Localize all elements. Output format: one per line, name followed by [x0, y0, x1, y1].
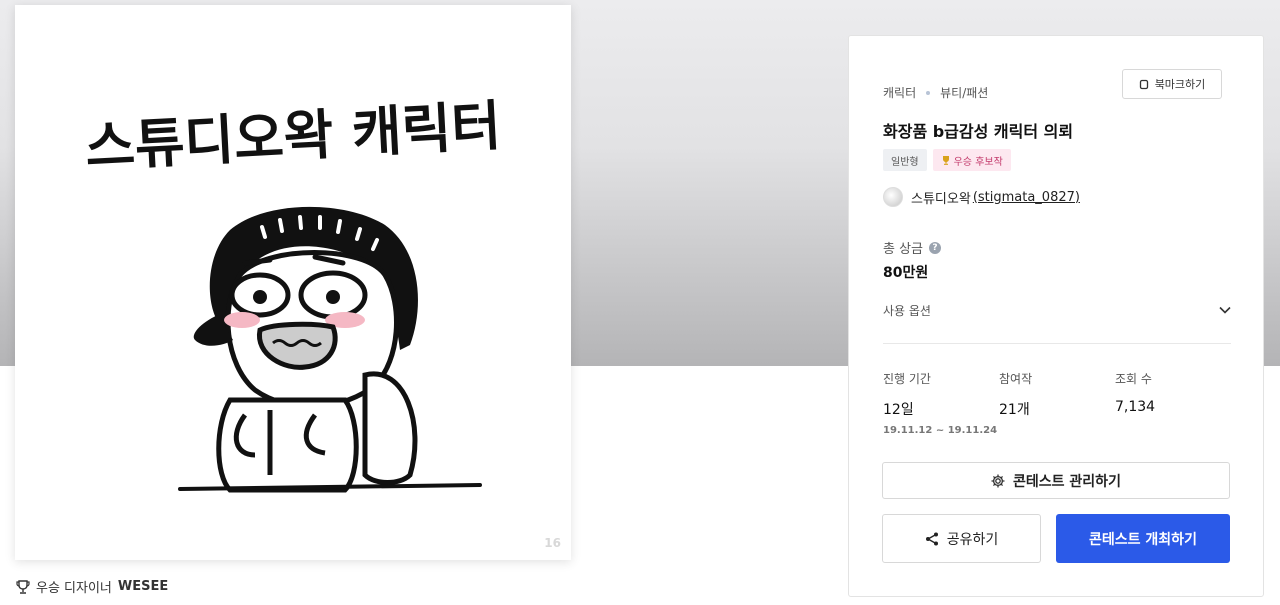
- winner-designer: 우승 디자이너 WESEE: [16, 577, 168, 596]
- candidate-badge-label: 우승 후보작: [953, 156, 1003, 168]
- breadcrumb: 캐릭터 뷰티/패션: [883, 84, 988, 101]
- bookmark-label: 북마크하기: [1154, 78, 1206, 91]
- author[interactable]: 스튜디오왁 (stigmata_0827): [883, 187, 1080, 207]
- share-label: 공유하기: [946, 531, 999, 548]
- host-contest-label: 콘테스트 개최하기: [1089, 531, 1197, 548]
- breadcrumb-separator: [926, 90, 931, 95]
- views-value: 7,134: [1115, 399, 1156, 415]
- bookmark-icon: [1139, 79, 1148, 89]
- help-icon[interactable]: ?: [929, 241, 942, 254]
- candidate-badge: 우승 후보작: [932, 149, 1011, 171]
- page-number: 16: [544, 536, 561, 550]
- prize-value: 80만원: [883, 265, 929, 281]
- trophy-icon: [942, 156, 949, 165]
- period-label: 진행 기간: [883, 372, 931, 386]
- stat-views: 조회 수 7,134: [1115, 370, 1155, 415]
- usage-options-toggle[interactable]: 사용 옵션: [883, 298, 1231, 322]
- avatar: [883, 187, 903, 207]
- bookmark-button[interactable]: 북마크하기: [1122, 69, 1222, 99]
- views-label: 조회 수: [1115, 372, 1152, 386]
- period-value: 12일: [883, 402, 914, 418]
- entries-value: 21개: [999, 402, 1030, 418]
- host-contest-button[interactable]: 콘테스트 개최하기: [1056, 514, 1230, 563]
- author-name: 스튜디오왁: [911, 191, 971, 207]
- character-illustration: 스튜디오왁 캐릭터: [84, 94, 503, 493]
- artwork-headline: 스튜디오왁 캐릭터: [84, 94, 503, 179]
- divider: [883, 343, 1231, 344]
- share-button[interactable]: 공유하기: [882, 514, 1041, 563]
- manage-contest-label: 콘테스트 관리하기: [1013, 473, 1121, 490]
- stat-period: 진행 기간 12일 19.11.12 ~ 19.11.24: [883, 370, 997, 436]
- artwork-card[interactable]: 스튜디오왁 캐릭터 16: [15, 5, 571, 560]
- author-handle[interactable]: (stigmata_0827): [973, 190, 1080, 205]
- manage-contest-button[interactable]: 콘테스트 관리하기: [882, 462, 1230, 499]
- trophy-icon: [16, 579, 30, 594]
- usage-options-label: 사용 옵션: [883, 303, 931, 318]
- stat-entries: 참여작 21개: [999, 370, 1032, 419]
- breadcrumb-category[interactable]: 캐릭터: [883, 84, 916, 101]
- breadcrumb-subcategory[interactable]: 뷰티/패션: [940, 84, 988, 101]
- type-badge: 일반형: [883, 149, 927, 171]
- prize-label-text: 총 상금: [883, 242, 924, 257]
- entries-label: 참여작: [999, 372, 1033, 386]
- contest-title: 화장품 b급감성 캐릭터 의뢰: [883, 122, 1074, 141]
- winner-name[interactable]: WESEE: [118, 579, 168, 594]
- winner-prefix: 우승 디자이너: [36, 581, 112, 596]
- prize-label: 총 상금 ?: [883, 238, 942, 257]
- share-icon: [925, 532, 938, 545]
- contest-info-panel: 캐릭터 뷰티/패션 북마크하기 화장품 b급감성 캐릭터 의뢰 일반형 우승 후…: [848, 35, 1264, 597]
- period-dates: 19.11.12 ~ 19.11.24: [883, 425, 998, 436]
- chevron-down-icon[interactable]: [1219, 306, 1231, 314]
- gear-icon: [991, 473, 1005, 488]
- badge-row: 일반형 우승 후보작: [883, 149, 1011, 171]
